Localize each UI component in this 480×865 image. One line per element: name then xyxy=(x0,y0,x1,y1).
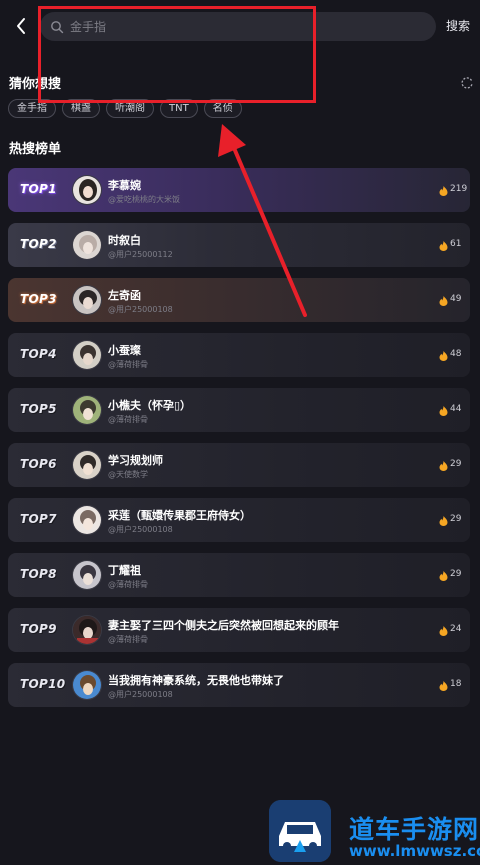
avatar xyxy=(72,175,102,205)
rank-label: TOP3 xyxy=(20,292,57,306)
rank-author: @薄荷排骨 xyxy=(108,580,148,589)
top-bar: 搜索 xyxy=(0,0,480,54)
avatar xyxy=(72,450,102,480)
rank-author: @用户25000112 xyxy=(108,250,173,259)
avatar xyxy=(72,230,102,260)
hot-rank-row[interactable]: TOP9 妻主娶了三四个侧夫之后突然被回想起来的顾年 @薄荷排骨 24 xyxy=(8,608,470,652)
watermark-logo xyxy=(269,800,331,862)
flame-icon xyxy=(439,296,448,306)
rank-name: 时叙白 xyxy=(108,234,141,247)
avatar xyxy=(72,505,102,535)
hot-rank-row[interactable]: TOP2 时叙白 @用户25000112 61 xyxy=(8,223,470,267)
rank-author: @用户25000108 xyxy=(108,525,173,534)
rank-label: TOP5 xyxy=(20,402,57,416)
rank-label: TOP10 xyxy=(20,677,66,691)
rank-name: 小蚕璨 xyxy=(108,344,141,357)
site-watermark: 道车手游网 www.lmwwsz.com xyxy=(266,798,480,865)
rank-name: 小樵夫（怀孕▯） xyxy=(108,399,192,412)
rank-author: @薄荷排骨 xyxy=(108,415,148,424)
refresh-button[interactable] xyxy=(460,75,474,89)
flame-icon xyxy=(439,351,448,361)
hot-rank-row[interactable]: TOP10 当我拥有神豪系统，无畏他也带妹了 @用户25000108 18 xyxy=(8,663,470,707)
rank-name: 采莲（甄嬛传果郡王府侍女） xyxy=(108,509,251,522)
guess-chip-list: 金手指 棋盏 听潮阁 TNT 名侦 xyxy=(8,99,242,118)
rank-author: @薄荷排骨 xyxy=(108,635,148,644)
hot-count: 18 xyxy=(450,679,462,689)
watermark-title: 道车手游网 xyxy=(349,815,480,844)
rank-label: TOP1 xyxy=(20,182,57,196)
rank-author: @薄荷排骨 xyxy=(108,360,148,369)
avatar xyxy=(72,340,102,370)
hot-list-title: 热搜榜单 xyxy=(9,142,62,157)
flame-icon xyxy=(439,681,448,691)
hot-rank-row[interactable]: TOP1 李慕婉 @爱吃桃桃的大米饭 219 xyxy=(8,168,470,212)
watermark-url: www.lmwwsz.com xyxy=(349,842,480,860)
rank-label: TOP9 xyxy=(20,622,57,636)
flame-icon xyxy=(439,241,448,251)
back-button[interactable] xyxy=(10,14,34,38)
rank-label: TOP6 xyxy=(20,457,57,471)
flame-icon xyxy=(439,571,448,581)
annotation-arrow xyxy=(218,124,307,317)
search-input[interactable] xyxy=(70,19,390,34)
flame-icon xyxy=(439,461,448,471)
hot-count: 29 xyxy=(450,514,462,524)
hot-count: 29 xyxy=(450,569,462,579)
hot-rank-row[interactable]: TOP7 采莲（甄嬛传果郡王府侍女） @用户25000108 29 xyxy=(8,498,470,542)
hot-count: 49 xyxy=(450,294,462,304)
guess-chip[interactable]: 名侦 xyxy=(203,99,242,118)
rank-name: 妻主娶了三四个侧夫之后突然被回想起来的顾年 xyxy=(108,619,339,632)
rank-name: 当我拥有神豪系统，无畏他也带妹了 xyxy=(108,674,284,687)
search-icon xyxy=(51,20,64,33)
rank-name: 李慕婉 xyxy=(108,179,141,192)
hot-count: 61 xyxy=(450,239,462,249)
avatar xyxy=(72,670,102,700)
hot-rank-row[interactable]: TOP8 丁耀祖 @薄荷排骨 29 xyxy=(8,553,470,597)
hot-count: 219 xyxy=(450,184,468,194)
rank-author: @用户25000108 xyxy=(108,690,173,699)
rank-author: @爱吃桃桃的大米饭 xyxy=(108,195,180,204)
rank-label: TOP4 xyxy=(20,347,57,361)
hot-count: 29 xyxy=(450,459,462,469)
hot-count: 44 xyxy=(450,404,462,414)
avatar xyxy=(72,615,102,645)
rank-label: TOP8 xyxy=(20,567,57,581)
flame-icon xyxy=(439,516,448,526)
rank-author: @用户25000108 xyxy=(108,305,173,314)
chevron-left-icon xyxy=(17,18,25,34)
search-bar[interactable] xyxy=(40,12,436,41)
rank-name: 丁耀祖 xyxy=(108,564,141,577)
search-submit-button[interactable]: 搜索 xyxy=(446,17,470,34)
hot-rank-row[interactable]: TOP3 左奇函 @用户25000108 49 xyxy=(8,278,470,322)
hot-count: 48 xyxy=(450,349,462,359)
guess-chip[interactable]: 棋盏 xyxy=(62,99,100,118)
refresh-icon xyxy=(461,77,473,89)
flame-icon xyxy=(439,626,448,636)
rank-label: TOP7 xyxy=(20,512,57,526)
avatar xyxy=(72,560,102,590)
rank-label: TOP2 xyxy=(20,237,57,251)
hot-rank-row[interactable]: TOP5 小樵夫（怀孕▯） @薄荷排骨 44 xyxy=(8,388,470,432)
hot-count: 24 xyxy=(450,624,462,634)
guess-chip[interactable]: 金手指 xyxy=(8,99,56,118)
guess-chip[interactable]: TNT xyxy=(160,99,198,118)
guess-section-title: 猜你想搜 xyxy=(9,77,62,92)
flame-icon xyxy=(439,186,448,196)
hot-rank-row[interactable]: TOP4 小蚕璨 @薄荷排骨 48 xyxy=(8,333,470,377)
rank-name: 左奇函 xyxy=(108,289,141,302)
rank-name: 学习规划师 xyxy=(108,454,163,467)
flame-icon xyxy=(439,406,448,416)
avatar xyxy=(72,285,102,315)
rank-author: @天使数学 xyxy=(108,470,148,479)
guess-chip[interactable]: 听潮阁 xyxy=(106,99,154,118)
avatar xyxy=(72,395,102,425)
hot-rank-row[interactable]: TOP6 学习规划师 @天使数学 29 xyxy=(8,443,470,487)
